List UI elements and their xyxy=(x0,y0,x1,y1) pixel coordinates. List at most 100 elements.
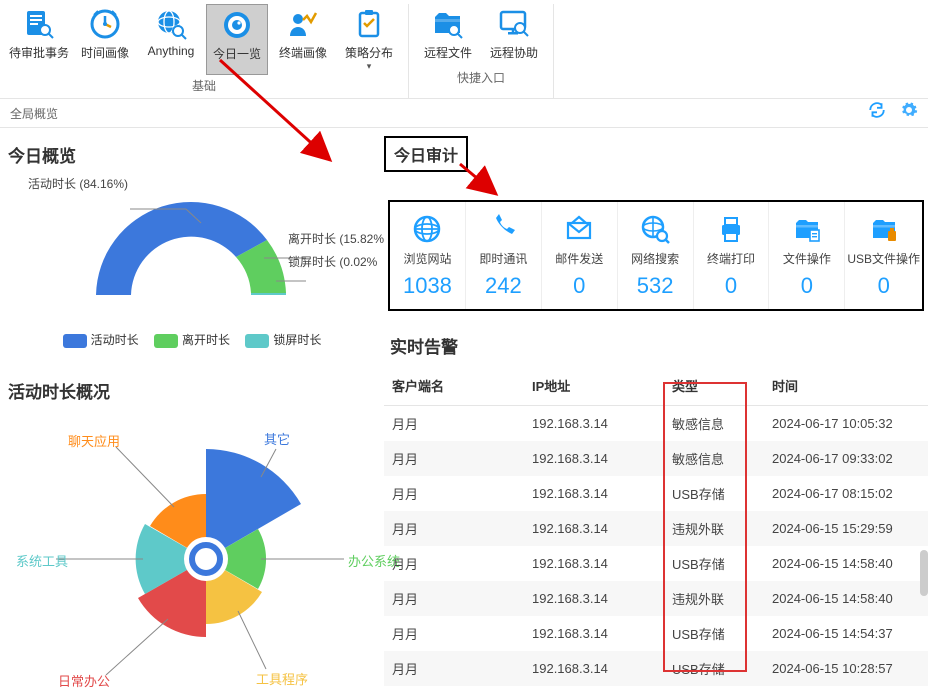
cell-ip: 192.168.3.14 xyxy=(524,581,664,616)
overview-title: 今日概览 xyxy=(8,142,378,167)
audit-card-usb[interactable]: USB文件操作 0 xyxy=(845,202,922,309)
scrollbar[interactable] xyxy=(920,550,928,596)
cell-time: 2024-06-17 09:33:02 xyxy=(764,441,928,476)
card-value: 0 xyxy=(696,273,767,299)
card-label: 浏览网站 xyxy=(392,250,463,267)
activity-title: 活动时长概况 xyxy=(8,378,378,403)
audit-card-print[interactable]: 终端打印 0 xyxy=(694,202,770,309)
table-row[interactable]: 月月192.168.3.14USB存储2024-06-17 08:15:02 xyxy=(384,476,928,511)
breadcrumb: 全局概览 xyxy=(10,105,58,122)
cell-client: 月月 xyxy=(384,616,524,651)
cell-client: 月月 xyxy=(384,546,524,581)
table-row[interactable]: 月月192.168.3.14USB存储2024-06-15 14:58:40 xyxy=(384,546,928,581)
pie-lbl-daily: 日常办公 xyxy=(58,671,110,690)
ribbon-item-policy[interactable]: 策略分布 ▾ xyxy=(336,4,402,75)
ribbon-group-0: 待审批事务 时间画像 Anything 今日一览 终端画像 策略分布 ▾基础 xyxy=(0,4,409,98)
alarm-rows: 月月192.168.3.14敏感信息2024-06-17 10:05:32月月1… xyxy=(384,406,928,687)
card-value: 532 xyxy=(620,273,691,299)
cell-ip: 192.168.3.14 xyxy=(524,546,664,581)
activity-pie: 其它 办公系统 工具程序 日常办公 系统工具 聊天应用 xyxy=(6,409,378,689)
audit-heading: 今日审计 xyxy=(384,136,468,172)
cell-client: 月月 xyxy=(384,476,524,511)
doc-search-icon xyxy=(23,8,55,40)
table-row[interactable]: 月月192.168.3.14敏感信息2024-06-17 10:05:32 xyxy=(384,406,928,442)
ribbon-item-terminal[interactable]: 终端画像 xyxy=(270,4,336,75)
audit-card-search[interactable]: 网络搜索 532 xyxy=(618,202,694,309)
printer-icon xyxy=(716,214,746,244)
donut-label-lock: 锁屏时长 (0.02% xyxy=(288,253,377,270)
table-row[interactable]: 月月192.168.3.14违规外联2024-06-15 14:58:40 xyxy=(384,581,928,616)
settings-icon[interactable] xyxy=(900,102,918,124)
left-column: 今日概览 活动时长 (84.16%) 离开时长 (15.82% 锁屏时长 (0.… xyxy=(0,128,384,689)
table-row[interactable]: 月月192.168.3.14违规外联2024-06-15 15:29:59 xyxy=(384,511,928,546)
folder-icon xyxy=(792,214,822,244)
user-chart-icon xyxy=(287,8,319,40)
cell-type: 敏感信息 xyxy=(664,406,764,442)
monitor-search-icon xyxy=(498,8,530,40)
ribbon-item-today[interactable]: 今日一览 xyxy=(206,4,268,75)
card-value: 0 xyxy=(847,273,920,299)
card-value: 242 xyxy=(468,273,539,299)
cell-type: USB存储 xyxy=(664,476,764,511)
ribbon-item-anything[interactable]: Anything xyxy=(138,4,204,75)
net-search-icon xyxy=(640,214,670,244)
audit-cards: 浏览网站 1038 即时通讯 242 邮件发送 0 网络搜索 532 终端打印 … xyxy=(388,200,924,311)
cell-type: USB存储 xyxy=(664,616,764,651)
ribbon-item-time-img[interactable]: 时间画像 xyxy=(72,4,138,75)
table-row[interactable]: 月月192.168.3.14敏感信息2024-06-17 09:33:02 xyxy=(384,441,928,476)
pie-lbl-system: 系统工具 xyxy=(16,551,68,570)
audit-card-browse[interactable]: 浏览网站 1038 xyxy=(390,202,466,309)
cell-time: 2024-06-17 10:05:32 xyxy=(764,406,928,442)
crumb-bar: 全局概览 xyxy=(0,98,928,128)
card-label: 终端打印 xyxy=(696,250,767,267)
audit-card-im[interactable]: 即时通讯 242 xyxy=(466,202,542,309)
refresh-icon[interactable] xyxy=(868,102,892,124)
cell-ip: 192.168.3.14 xyxy=(524,616,664,651)
pie-lbl-other: 其它 xyxy=(264,429,290,448)
cell-client: 月月 xyxy=(384,511,524,546)
cell-ip: 192.168.3.14 xyxy=(524,476,664,511)
cell-ip: 192.168.3.14 xyxy=(524,441,664,476)
cell-type: 违规外联 xyxy=(664,581,764,616)
pie-lbl-tools: 工具程序 xyxy=(256,669,308,688)
cell-type: 敏感信息 xyxy=(664,441,764,476)
cell-type: USB存储 xyxy=(664,651,764,686)
audit-card-mail[interactable]: 邮件发送 0 xyxy=(542,202,618,309)
audit-card-file[interactable]: 文件操作 0 xyxy=(769,202,845,309)
alarm-table: 客户端名 IP地址 类型 时间 月月192.168.3.14敏感信息2024-0… xyxy=(384,366,928,686)
mail-icon xyxy=(564,214,594,244)
card-value: 1038 xyxy=(392,273,463,299)
cell-client: 月月 xyxy=(384,406,524,442)
ribbon-item-approval[interactable]: 待审批事务 xyxy=(6,4,72,75)
crumb-actions xyxy=(858,101,918,125)
alarm-title: 实时告警 xyxy=(390,333,928,358)
cell-ip: 192.168.3.14 xyxy=(524,511,664,546)
card-label: 即时通讯 xyxy=(468,250,539,267)
card-value: 0 xyxy=(771,273,842,299)
table-row[interactable]: 月月192.168.3.14USB存储2024-06-15 10:28:57 xyxy=(384,651,928,686)
ribbon-label: 远程协助 xyxy=(490,44,538,61)
ribbon-label: 待审批事务 xyxy=(9,44,69,61)
card-label: USB文件操作 xyxy=(847,250,920,267)
cell-client: 月月 xyxy=(384,581,524,616)
card-label: 文件操作 xyxy=(771,250,842,267)
right-column: 今日审计 浏览网站 1038 即时通讯 242 邮件发送 0 网络搜索 532 … xyxy=(384,128,928,689)
clock-icon xyxy=(89,8,121,40)
phone-icon xyxy=(488,214,518,244)
ribbon-item-remote-file[interactable]: 远程文件 xyxy=(415,4,481,67)
ribbon-label: 终端画像 xyxy=(279,44,327,61)
donut-chart: 活动时长 (84.16%) 离开时长 (15.82% 锁屏时长 (0.02% xyxy=(6,175,378,335)
cell-client: 月月 xyxy=(384,441,524,476)
th-time: 时间 xyxy=(764,366,928,406)
ribbon-item-remote-help[interactable]: 远程协助 xyxy=(481,4,547,67)
cell-ip: 192.168.3.14 xyxy=(524,406,664,442)
clipboard-icon xyxy=(353,8,385,40)
cell-time: 2024-06-15 14:58:40 xyxy=(764,581,928,616)
cell-time: 2024-06-15 14:58:40 xyxy=(764,546,928,581)
ribbon-label: 时间画像 xyxy=(81,44,129,61)
dropdown-arrow-icon: ▾ xyxy=(367,63,372,69)
donut-label-active: 活动时长 (84.16%) xyxy=(28,175,128,192)
cell-time: 2024-06-17 08:15:02 xyxy=(764,476,928,511)
globe-search-icon xyxy=(155,8,187,40)
table-row[interactable]: 月月192.168.3.14USB存储2024-06-15 14:54:37 xyxy=(384,616,928,651)
